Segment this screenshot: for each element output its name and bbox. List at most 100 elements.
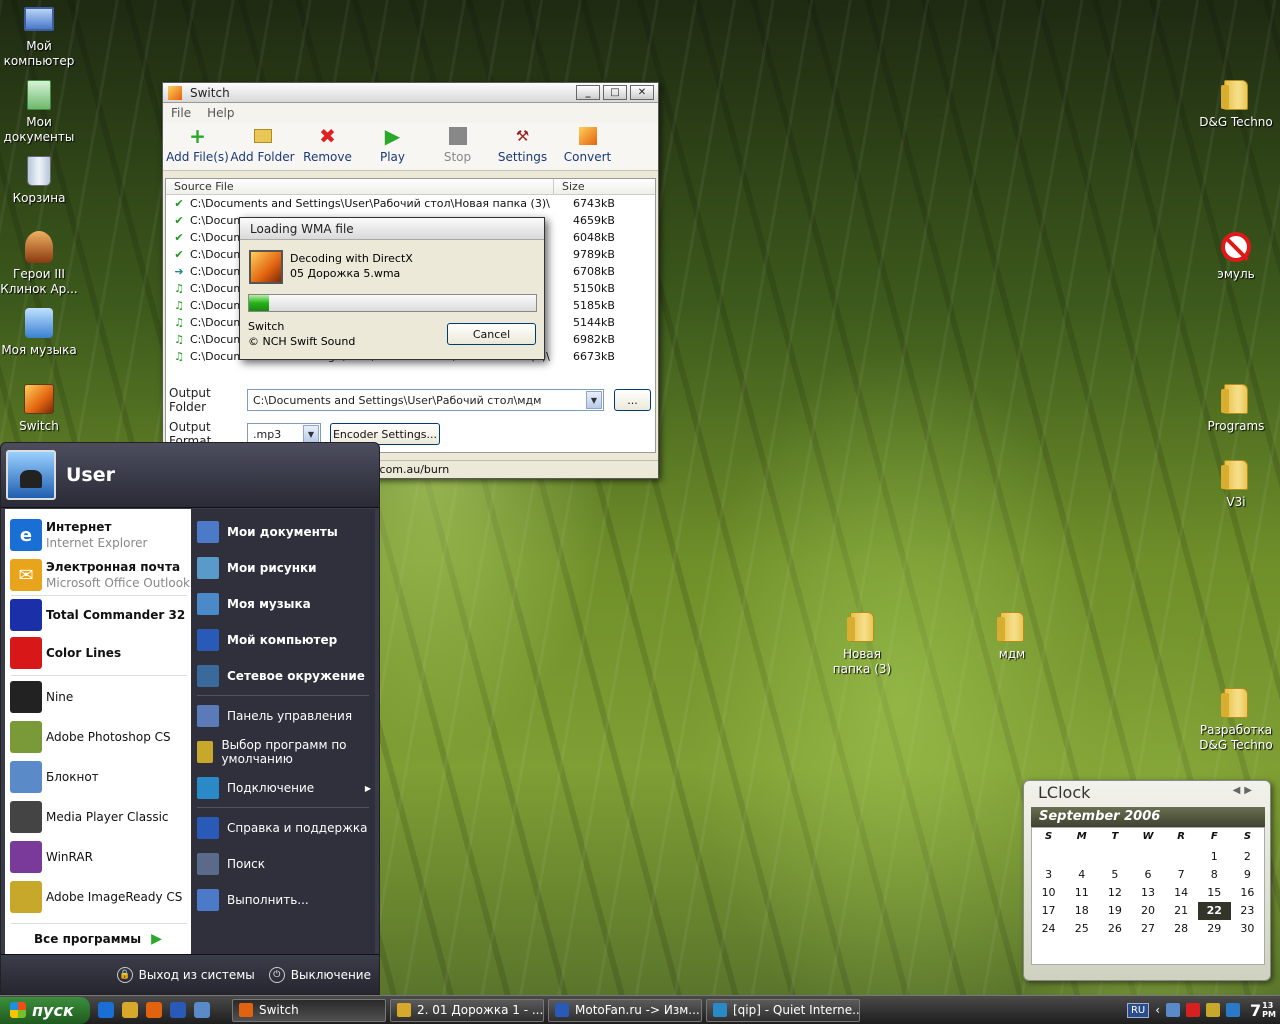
desktop-icon[interactable] [194, 1002, 210, 1018]
column-header-source[interactable]: Source File [166, 179, 554, 194]
settings-button[interactable]: ⚒ Settings [490, 123, 555, 170]
calendar-day[interactable]: 9 [1231, 866, 1264, 884]
close-button[interactable]: ✕ [630, 85, 654, 100]
calendar-day[interactable]: 20 [1131, 902, 1164, 920]
chevron-down-icon[interactable]: ▼ [303, 425, 319, 443]
word-icon[interactable] [170, 1002, 186, 1018]
pinned-email[interactable]: ✉ Электронная почта Microsoft Office Outl… [5, 557, 191, 593]
desktop-icon-v3i[interactable]: V3i [1197, 458, 1275, 510]
desktop-icon-emule[interactable]: эмуль [1197, 230, 1275, 282]
calendar-day[interactable]: 23 [1231, 902, 1264, 920]
calendar-day[interactable]: 10 [1032, 884, 1065, 902]
program-item[interactable]: Adobe Photoshop CS [5, 719, 191, 755]
program-item[interactable]: Total Commander 32 [5, 597, 191, 633]
taskbar-button[interactable]: MotoFan.ru -> Изм... [548, 998, 702, 1022]
calendar-day[interactable]: 11 [1065, 884, 1098, 902]
place-item[interactable]: Выбор программ по умолчанию [197, 737, 371, 767]
place-item[interactable]: Подключение ▶ [197, 773, 371, 803]
calendar-day[interactable]: 14 [1165, 884, 1198, 902]
calendar-day[interactable]: 4 [1065, 866, 1098, 884]
calendar-day[interactable]: 12 [1098, 884, 1131, 902]
security-icon[interactable] [1206, 1003, 1221, 1017]
taskbar-button[interactable]: 2. 01 Дорожка 1 - ... [390, 998, 544, 1022]
remove-button[interactable]: ✖ Remove [295, 123, 360, 170]
desktop-icon-switch[interactable]: Switch [0, 382, 78, 434]
calendar-day[interactable]: 8 [1198, 866, 1231, 884]
place-item[interactable]: Мои рисунки [197, 553, 371, 583]
maximize-button[interactable]: □ [603, 85, 627, 100]
calendar-day[interactable]: 13 [1131, 884, 1164, 902]
output-folder-combo[interactable]: C:\Documents and Settings\User\Рабочий с… [247, 389, 604, 411]
media-icon[interactable] [122, 1002, 138, 1018]
calendar-day[interactable]: 2 [1231, 848, 1264, 866]
place-item[interactable]: Справка и поддержка [197, 813, 371, 843]
minimize-button[interactable]: _ [576, 85, 600, 100]
calendar-day[interactable]: 29 [1198, 920, 1231, 938]
calendar-day[interactable]: 24 [1032, 920, 1065, 938]
clock[interactable]: 7 13 PM [1250, 1001, 1276, 1020]
program-item[interactable]: Color Lines [5, 635, 191, 671]
desktop-icon-my-documents[interactable]: Мои документы [0, 78, 78, 145]
chevron-down-icon[interactable]: ▼ [586, 391, 602, 409]
program-item[interactable]: Блокнот [5, 759, 191, 795]
monitor-icon[interactable] [1226, 1003, 1241, 1017]
chevron-left-icon[interactable]: ‹ [1155, 1003, 1160, 1017]
network-icon[interactable] [1166, 1003, 1181, 1017]
calendar-day[interactable]: 19 [1098, 902, 1131, 920]
calendar-day[interactable]: 16 [1231, 884, 1264, 902]
calendar-day[interactable]: 18 [1065, 902, 1098, 920]
desktop-icon-mdm[interactable]: мдм [973, 610, 1051, 662]
place-item[interactable]: Мои документы [197, 517, 371, 547]
desktop-icon-my-computer[interactable]: Мой компьютер [0, 2, 78, 69]
menu-file[interactable]: File [171, 106, 191, 120]
calendar-day[interactable]: 25 [1065, 920, 1098, 938]
table-row[interactable]: ✔ C:\Documents and Settings\User\Рабочий … [166, 195, 655, 212]
taskbar-button[interactable]: [qip] - Quiet Interne... [706, 998, 860, 1022]
menu-help[interactable]: Help [207, 106, 234, 120]
desktop-icon-dg-techno[interactable]: D&G Techno [1197, 78, 1275, 130]
calendar-day[interactable]: 7 [1165, 866, 1198, 884]
shutdown-button[interactable]: ⏻ Выключение [268, 966, 371, 983]
month-nav-icons[interactable]: ◀▶ [1233, 785, 1256, 796]
desktop-icon-dg-dev[interactable]: Разработка D&G Techno [1197, 686, 1275, 753]
calendar-day[interactable]: 28 [1165, 920, 1198, 938]
language-indicator[interactable]: RU [1126, 1002, 1150, 1018]
calendar-day[interactable]: 1 [1198, 848, 1231, 866]
calendar-day[interactable]: 27 [1131, 920, 1164, 938]
program-item[interactable]: Nine [5, 679, 191, 715]
place-item[interactable]: Моя музыка [197, 589, 371, 619]
desktop-icon-my-music[interactable]: Моя музыка [0, 306, 78, 358]
pinned-internet[interactable]: e Интернет Internet Explorer [5, 517, 191, 553]
play-button[interactable]: ▶ Play [360, 123, 425, 170]
add-folder-button[interactable]: Add Folder [230, 123, 295, 170]
place-item[interactable]: Мой компьютер [197, 625, 371, 655]
calendar-day[interactable]: 22 [1197, 902, 1231, 920]
column-header-size[interactable]: Size [554, 179, 585, 194]
add-files-button[interactable]: + Add File(s) [165, 123, 230, 170]
taskbar-button[interactable]: Switch [232, 998, 386, 1022]
calendar-day[interactable]: 26 [1098, 920, 1131, 938]
calendar-day[interactable]: 3 [1032, 866, 1065, 884]
ie-icon[interactable] [98, 1002, 114, 1018]
stop-button[interactable]: Stop [425, 123, 490, 170]
convert-button[interactable]: Convert [555, 123, 620, 170]
logoff-button[interactable]: 🔒 Выход из системы [116, 966, 255, 983]
program-item[interactable]: Adobe ImageReady CS [5, 879, 191, 915]
desktop-icon-programs[interactable]: Programs [1197, 382, 1275, 434]
desktop-icon-new-folder-3[interactable]: Новая папка (3) [823, 610, 901, 677]
program-item[interactable]: Media Player Classic [5, 799, 191, 835]
place-item[interactable]: Поиск [197, 849, 371, 879]
calendar-day[interactable]: 15 [1198, 884, 1231, 902]
browse-button[interactable]: ... [614, 389, 651, 411]
cancel-button[interactable]: Cancel [447, 323, 536, 345]
blocked-icon[interactable] [1186, 1003, 1201, 1017]
calendar-day[interactable]: 21 [1165, 902, 1198, 920]
switch-titlebar[interactable]: Switch _ □ ✕ [163, 83, 658, 103]
calendar-day[interactable]: 5 [1098, 866, 1131, 884]
calendar-day[interactable]: 30 [1231, 920, 1264, 938]
calendar-day[interactable]: 6 [1131, 866, 1164, 884]
calendar-day[interactable]: 17 [1032, 902, 1065, 920]
desktop-icon-recycle-bin[interactable]: Корзина [0, 154, 78, 206]
start-button[interactable]: пуск [0, 996, 90, 1024]
all-programs-button[interactable]: Все программы ▶ [5, 927, 191, 951]
